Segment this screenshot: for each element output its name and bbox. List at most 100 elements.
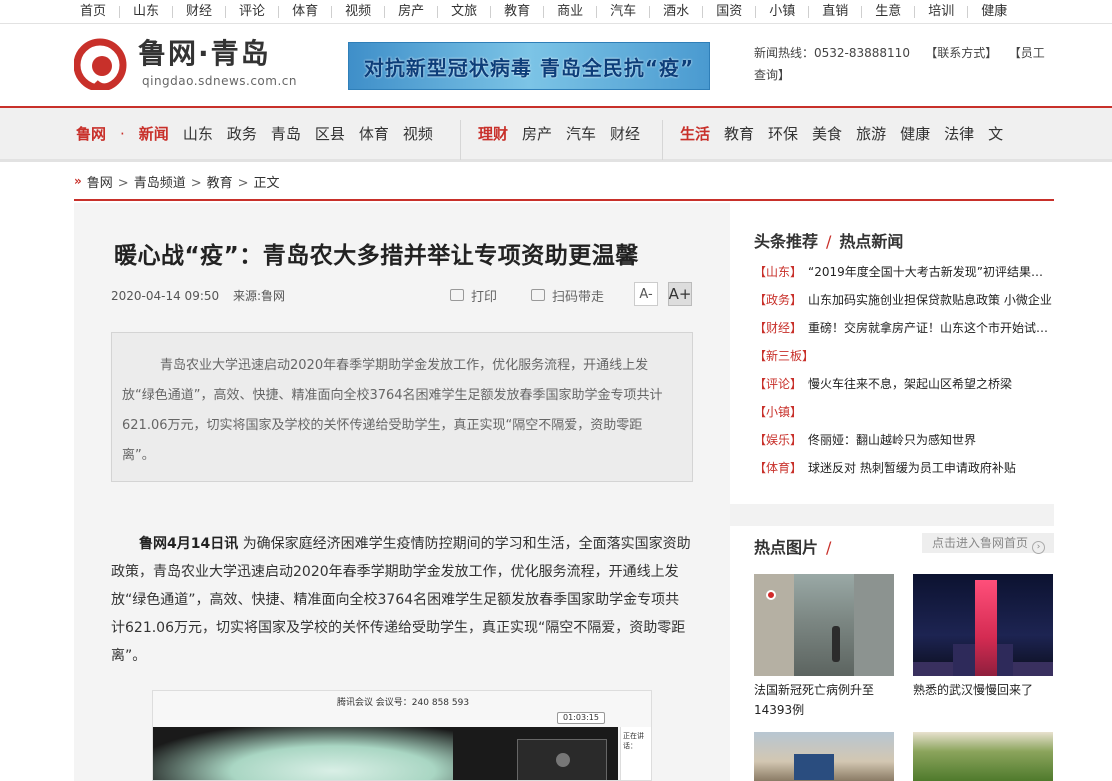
breadcrumb-item[interactable]: 鲁网	[87, 176, 113, 191]
video-title: 腾讯会议 会议号：240 858 593	[336, 698, 470, 708]
top-nav-item[interactable]: 国资	[716, 0, 742, 24]
news-tag[interactable]: 【娱乐】	[754, 433, 802, 447]
news-list-item[interactable]: 【娱乐】 佟丽娅：翻山越岭只为感知世界	[754, 428, 1054, 456]
news-tag[interactable]: 【小镇】	[754, 405, 802, 419]
main-nav-item[interactable]: 汽车	[566, 123, 596, 144]
hot-pic-2[interactable]	[913, 574, 1053, 676]
main-nav-item[interactable]: 健康	[900, 123, 930, 144]
news-list-item[interactable]: 【评论】 慢火车往来不息，架起山区希望之桥梁	[754, 372, 1054, 400]
print-label: 打印	[471, 289, 498, 305]
scan-qr-button[interactable]: 扫码带走	[531, 286, 604, 305]
top-nav-separator	[543, 6, 545, 18]
main-nav-item[interactable]: 山东	[183, 123, 213, 144]
news-headline[interactable]: 佟丽娅：翻山越岭只为感知世界	[808, 433, 976, 447]
hot-pic-1-caption[interactable]: 法国新冠死亡病例升至14393例	[754, 680, 894, 720]
top-nav-separator	[119, 6, 121, 18]
main-nav-item[interactable]: 教育	[724, 123, 754, 144]
news-list-item[interactable]: 【政务】 山东加码实施创业担保贷款贴息政策 小微企业	[754, 288, 1054, 316]
hot-pic-3[interactable]	[754, 732, 894, 781]
top-nav-item[interactable]: 汽车	[610, 0, 636, 24]
news-tag[interactable]: 【政务】	[754, 293, 802, 307]
top-nav-item[interactable]: 生意	[875, 0, 901, 24]
hotline-info: 新闻热线：0532-83888110 【联系方式】 【员工查询】	[754, 42, 1054, 86]
nav-dot: ·	[120, 124, 125, 143]
scan-label: 扫码带走	[552, 289, 605, 305]
main-nav-item[interactable]: 美食	[812, 123, 842, 144]
hot-pic-2-caption[interactable]: 熟悉的武汉慢慢回来了	[913, 680, 1053, 700]
print-button[interactable]: 打印	[450, 286, 497, 305]
enter-home-link[interactable]: 点击进入鲁网首页 ›	[922, 533, 1054, 554]
qr-code-icon	[531, 289, 546, 301]
article-video-image: 腾讯会议 会议号：240 858 593 01:03:15 正在讲话：	[152, 690, 652, 781]
news-headline[interactable]: 重磅！交房就拿房产证！山东这个市开始试点了	[808, 321, 1054, 335]
top-nav-item[interactable]: 直销	[822, 0, 848, 24]
news-list-item[interactable]: 【山东】 “2019年度全国十大考古新发现”初评结果出炉	[754, 260, 1054, 288]
font-decrease-button[interactable]: A-	[634, 282, 658, 306]
recommend-header: 头条推荐 / 热点新闻	[754, 228, 903, 252]
top-nav-item[interactable]: 酒水	[663, 0, 689, 24]
news-list-item[interactable]: 【小镇】	[754, 400, 1054, 428]
main-nav-item[interactable]: 区县	[315, 123, 345, 144]
news-list-item[interactable]: 【体育】 球迷反对 热刺暂缓为员工申请政府补贴	[754, 456, 1054, 484]
news-headline[interactable]: 慢火车往来不息，架起山区希望之桥梁	[808, 377, 1012, 391]
news-tag[interactable]: 【体育】	[754, 461, 802, 475]
breadcrumb-arrow-icon: »	[74, 174, 82, 188]
top-nav-separator	[914, 6, 916, 18]
news-headline[interactable]: 山东加码实施创业担保贷款贴息政策 小微企业	[808, 293, 1052, 307]
main-nav-item[interactable]: 房产	[522, 123, 552, 144]
top-nav-item[interactable]: 视频	[345, 0, 371, 24]
top-nav-item[interactable]: 健康	[981, 0, 1007, 24]
main-nav-item[interactable]: 文	[988, 123, 1003, 144]
top-nav-item[interactable]: 财经	[186, 0, 212, 24]
main-nav-item[interactable]: 新闻	[139, 123, 169, 144]
printer-icon	[450, 289, 464, 301]
main-nav-item[interactable]: 青岛	[271, 123, 301, 144]
nav-group-life: 生活 教育 环保 美食 旅游 健康 法律文	[680, 108, 1017, 159]
main-nav-item[interactable]: 体育	[359, 123, 389, 144]
hot-pic-4[interactable]	[913, 732, 1053, 781]
hot-news-list: 【山东】 “2019年度全国十大考古新发现”初评结果出炉 【政务】 山东加码实施创业担…	[754, 260, 1054, 484]
top-nav-item[interactable]: 商业	[557, 0, 583, 24]
news-tag[interactable]: 【评论】	[754, 377, 802, 391]
news-tag[interactable]: 【新三板】	[754, 349, 814, 363]
contact-link[interactable]: 【联系方式】	[925, 46, 997, 60]
main-nav-item[interactable]: 视频	[403, 123, 433, 144]
news-list-item[interactable]: 【财经】 重磅！交房就拿房产证！山东这个市开始试点了	[754, 316, 1054, 344]
top-nav-separator	[225, 6, 227, 18]
main-nav-item[interactable]: 鲁网	[76, 123, 106, 144]
main-nav-item[interactable]: 理财	[478, 123, 508, 144]
top-nav-item[interactable]: 房产	[398, 0, 424, 24]
main-nav-item[interactable]: 环保	[768, 123, 798, 144]
top-nav-item[interactable]: 体育	[292, 0, 318, 24]
news-tag[interactable]: 【山东】	[754, 265, 802, 279]
top-nav-item[interactable]: 培训	[928, 0, 954, 24]
news-headline[interactable]: “2019年度全国十大考古新发现”初评结果出炉	[808, 265, 1054, 279]
news-headline[interactable]: 球迷反对 热刺暂缓为员工申请政府补贴	[808, 461, 1016, 475]
top-nav-item[interactable]: 山东	[133, 0, 159, 24]
top-nav-item[interactable]: 教育	[504, 0, 530, 24]
news-list-item[interactable]: 【新三板】	[754, 344, 1054, 372]
nav-divider	[460, 120, 461, 160]
top-nav-separator	[172, 6, 174, 18]
news-tag[interactable]: 【财经】	[754, 321, 802, 335]
hot-pics-header: 热点图片 /	[754, 534, 839, 558]
campaign-banner[interactable]: 对抗新型冠状病毒 青岛全民抗“疫”	[348, 42, 710, 90]
top-nav-row: 首页 山东 财经 评论 体育 视频 房产 文旅 教育 商业 汽车 酒水 国资 小镇 直销 生意 培训 健康	[80, 0, 1007, 24]
breadcrumb-item[interactable]: 青岛频道	[134, 176, 186, 191]
main-nav-item[interactable]: 生活	[680, 123, 710, 144]
top-nav-item[interactable]: 文旅	[451, 0, 477, 24]
hot-pic-1[interactable]	[754, 574, 894, 676]
main-nav-item[interactable]: 财经	[610, 123, 640, 144]
main-nav: 鲁网 · 新闻 山东 政务 青岛 区县 体育 视频 理财 房产 汽车 财经 生活 教育 环保 美食 旅游 健康法…	[0, 108, 1112, 162]
main-nav-item[interactable]: 政务	[227, 123, 257, 144]
main-nav-item[interactable]: 法律	[944, 123, 974, 144]
top-nav-item[interactable]: 小镇	[769, 0, 795, 24]
site-logo[interactable]: 鲁网·青岛 qingdao.sdnews.com.cn	[74, 36, 304, 94]
logo-text: 鲁网·青岛	[138, 37, 271, 70]
main-nav-item[interactable]: 旅游	[856, 123, 886, 144]
top-nav-item[interactable]: 评论	[239, 0, 265, 24]
top-nav-separator	[649, 6, 651, 18]
top-nav-item[interactable]: 首页	[80, 0, 106, 24]
font-increase-button[interactable]: A+	[668, 282, 692, 306]
breadcrumb-item[interactable]: 教育	[207, 176, 233, 191]
